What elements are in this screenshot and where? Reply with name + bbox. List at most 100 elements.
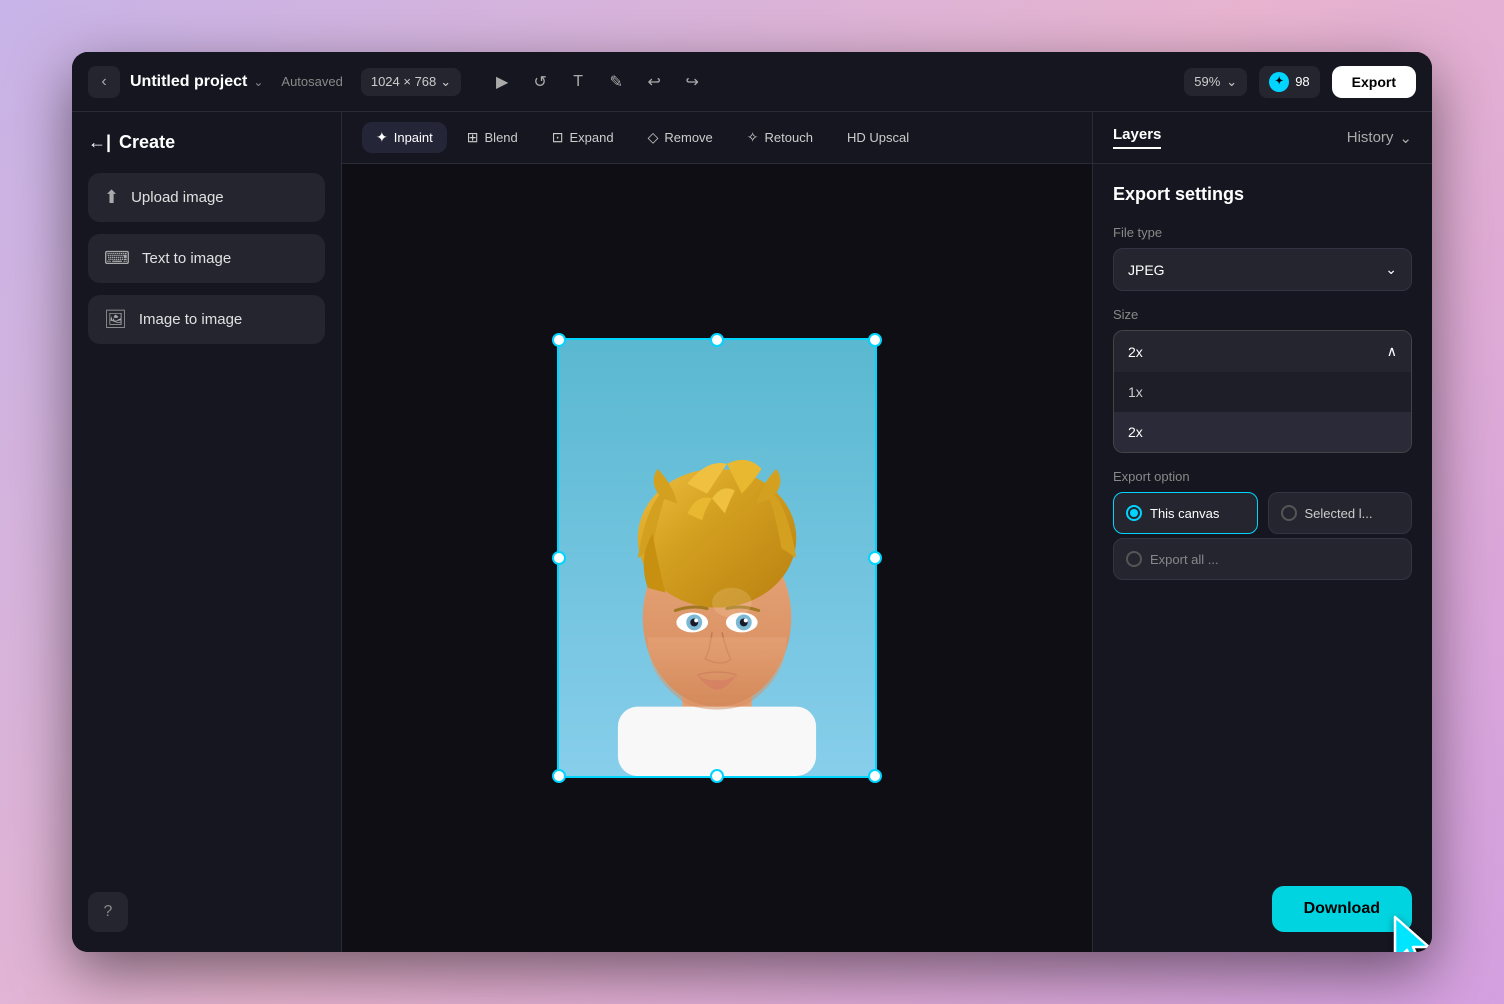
size-option-2x[interactable]: 2x [1114, 412, 1411, 452]
remove-label: Remove [664, 130, 712, 145]
this-canvas-radio [1126, 505, 1142, 521]
export-button[interactable]: Export [1332, 66, 1416, 98]
back-button[interactable]: ‹ [88, 66, 120, 98]
size-field: Size 2x ∧ 1x 2x [1113, 307, 1412, 453]
download-section: Download [1093, 870, 1432, 952]
sidebar-header-text: Create [119, 132, 175, 153]
file-type-label: File type [1113, 225, 1412, 240]
topbar: ‹ Untitled project ⌄ Autosaved 1024 × 76… [72, 52, 1432, 112]
resize-handle-br[interactable] [868, 769, 882, 783]
expand-tool-button[interactable]: ⊡ Expand [538, 122, 628, 153]
help-button[interactable]: ? [88, 892, 128, 932]
undo-button[interactable]: ↩ [637, 65, 671, 99]
this-canvas-label: This canvas [1150, 506, 1219, 521]
redo-button[interactable]: ↪ [675, 65, 709, 99]
size-select-open: 2x ∧ 1x 2x [1113, 330, 1412, 453]
image-to-image-icon: 🖼 [104, 309, 127, 330]
size-current-value: 2x [1128, 344, 1143, 360]
text-tool-button[interactable]: T [561, 65, 595, 99]
pen-tool-button[interactable]: ✎ [599, 65, 633, 99]
size-select-header[interactable]: 2x ∧ [1114, 331, 1411, 372]
history-chevron: ⌄ [1399, 129, 1412, 147]
resize-handle-tm[interactable] [710, 333, 724, 347]
history-label: History [1347, 129, 1394, 146]
main-content: ←| Create ⬆ Upload image ⌨ Text to image… [72, 112, 1432, 952]
resize-handle-mr[interactable] [868, 551, 882, 565]
history-tab[interactable]: History ⌄ [1347, 129, 1412, 147]
sidebar-header: ←| Create [88, 132, 325, 153]
toolbar-tools: ▶ ↺ T ✎ ↩ ↪ [485, 65, 709, 99]
upscal-label: HD Upscal [847, 130, 909, 145]
autosaved-status: Autosaved [281, 74, 342, 89]
export-all-label: Export all ... [1150, 552, 1219, 567]
blend-icon: ⊞ [467, 129, 479, 146]
expand-label: Expand [570, 130, 614, 145]
canvas-size-chevron: ⌄ [440, 74, 451, 90]
remove-icon: ◇ [648, 129, 659, 146]
resize-handle-tl[interactable] [552, 333, 566, 347]
upload-image-button[interactable]: ⬆ Upload image [88, 173, 325, 222]
project-name-chevron: ⌄ [253, 75, 263, 89]
cursor-pointer [1387, 912, 1432, 952]
resize-handle-ml[interactable] [552, 551, 566, 565]
export-option-label: Export option [1113, 469, 1412, 484]
project-name[interactable]: Untitled project ⌄ [130, 73, 263, 91]
portrait-illustration [559, 340, 875, 776]
inpaint-tool-button[interactable]: ✦ Inpaint [362, 122, 447, 153]
topbar-left: ‹ Untitled project ⌄ Autosaved 1024 × 76… [88, 66, 461, 98]
export-settings-title: Export settings [1113, 184, 1412, 205]
file-type-value: JPEG [1128, 262, 1165, 278]
text-to-image-button[interactable]: ⌨ Text to image [88, 234, 325, 283]
credits-count: 98 [1295, 74, 1309, 89]
export-all-button[interactable]: Export all ... [1113, 538, 1412, 580]
this-canvas-button[interactable]: This canvas [1113, 492, 1258, 534]
image-to-image-button[interactable]: 🖼 Image to image [88, 295, 325, 344]
this-canvas-radio-dot [1130, 509, 1138, 517]
selected-radio [1281, 505, 1297, 521]
size-label: Size [1113, 307, 1412, 322]
retouch-tool-button[interactable]: ✧ Retouch [733, 122, 827, 153]
canvas-image-container [557, 338, 877, 778]
credits-badge: ✦ 98 [1259, 66, 1319, 98]
export-option-field: Export option This canvas Selected l... [1113, 469, 1412, 580]
remove-tool-button[interactable]: ◇ Remove [634, 122, 727, 153]
upload-image-label: Upload image [131, 189, 224, 206]
text-to-image-label: Text to image [142, 250, 231, 267]
export-panel: Export settings File type JPEG ⌄ Size 2x [1093, 164, 1432, 870]
rotate-tool-button[interactable]: ↺ [523, 65, 557, 99]
blend-tool-button[interactable]: ⊞ Blend [453, 122, 532, 153]
canvas-image [559, 340, 875, 776]
expand-icon: ⊡ [552, 129, 564, 146]
create-icon: ←| [88, 132, 111, 153]
canvas-display[interactable] [342, 164, 1092, 952]
right-panel: Layers History ⌄ Export settings File ty… [1092, 112, 1432, 952]
layers-tab[interactable]: Layers [1113, 126, 1161, 149]
export-option-row: This canvas Selected l... [1113, 492, 1412, 534]
edit-toolbar: ✦ Inpaint ⊞ Blend ⊡ Expand ◇ Remove ✧ [342, 112, 1092, 164]
resize-handle-bl[interactable] [552, 769, 566, 783]
resize-handle-bm[interactable] [710, 769, 724, 783]
right-panel-tabs: Layers History ⌄ [1093, 112, 1432, 164]
sidebar: ←| Create ⬆ Upload image ⌨ Text to image… [72, 112, 342, 952]
inpaint-label: Inpaint [394, 130, 433, 145]
file-type-select[interactable]: JPEG ⌄ [1113, 248, 1412, 291]
upload-image-icon: ⬆ [104, 187, 119, 208]
size-option-1x[interactable]: 1x [1114, 372, 1411, 412]
upscal-tool-button[interactable]: HD Upscal [833, 123, 923, 152]
select-tool-button[interactable]: ▶ [485, 65, 519, 99]
app-window: ‹ Untitled project ⌄ Autosaved 1024 × 76… [72, 52, 1432, 952]
credits-icon: ✦ [1269, 72, 1289, 92]
image-to-image-label: Image to image [139, 311, 242, 328]
size-chevron-up: ∧ [1387, 343, 1397, 360]
blend-label: Blend [485, 130, 518, 145]
resize-handle-tr[interactable] [868, 333, 882, 347]
zoom-control[interactable]: 59% ⌄ [1184, 68, 1247, 96]
sidebar-bottom: ? [88, 892, 325, 932]
zoom-value: 59% [1194, 74, 1220, 89]
selected-button[interactable]: Selected l... [1268, 492, 1413, 534]
file-type-field: File type JPEG ⌄ [1113, 225, 1412, 291]
retouch-icon: ✧ [747, 129, 759, 146]
canvas-size-selector[interactable]: 1024 × 768 ⌄ [361, 68, 461, 96]
zoom-chevron: ⌄ [1226, 74, 1237, 90]
file-type-chevron: ⌄ [1385, 261, 1397, 278]
